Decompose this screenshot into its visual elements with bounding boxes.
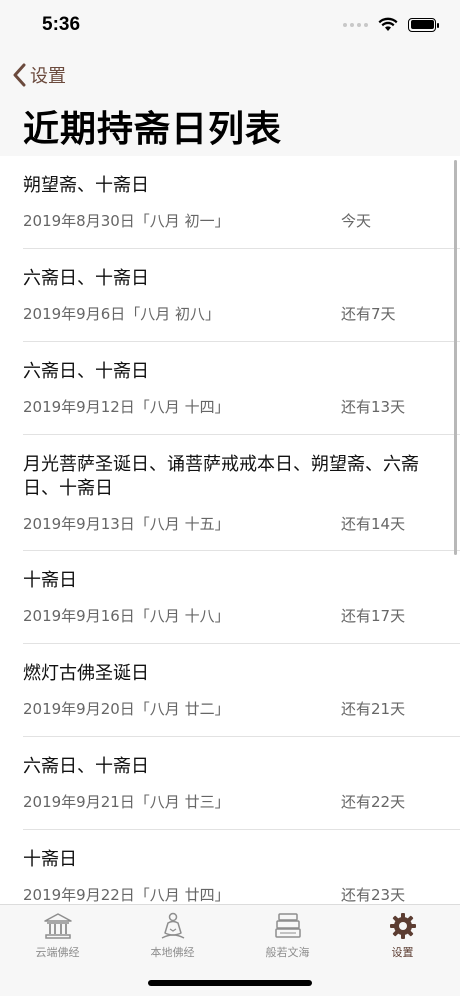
list-item[interactable]: 燃灯古佛圣诞日 2019年9月20日「八月 廿二」 还有21天 xyxy=(0,644,460,737)
item-countdown: 还有14天 xyxy=(341,515,406,533)
status-indicators xyxy=(343,17,439,32)
books-icon xyxy=(274,913,301,938)
home-indicator xyxy=(148,980,312,986)
item-title: 六斋日、十斋日 xyxy=(23,268,149,289)
back-button[interactable]: 设置 xyxy=(12,60,66,90)
item-countdown: 还有17天 xyxy=(341,607,406,625)
tab-local-sutras[interactable]: 本地佛经 xyxy=(115,911,230,961)
item-date: 2019年9月12日「八月 十四」 xyxy=(23,398,230,416)
fasting-day-list[interactable]: 朔望斋、十斋日 2019年8月30日「八月 初一」 今天 六斋日、十斋日 2019… xyxy=(0,156,460,904)
item-countdown: 还有22天 xyxy=(341,793,406,811)
item-title: 朔望斋、十斋日 xyxy=(23,175,149,196)
item-title: 燃灯古佛圣诞日 xyxy=(23,663,149,684)
tab-cloud-sutras[interactable]: 云端佛经 xyxy=(0,911,115,961)
scroll-indicator[interactable] xyxy=(454,160,457,555)
tab-label: 设置 xyxy=(391,946,414,959)
list-item[interactable]: 月光菩萨圣诞日、诵菩萨戒戒本日、朔望斋、六斋日、十斋日 2019年9月13日「八… xyxy=(0,435,460,551)
item-title: 月光菩萨圣诞日、诵菩萨戒戒本日、朔望斋、六斋日、十斋日 xyxy=(23,454,419,499)
item-date: 2019年9月22日「八月 廿四」 xyxy=(23,886,230,904)
item-date: 2019年9月20日「八月 廿二」 xyxy=(23,700,230,718)
list-item[interactable]: 六斋日、十斋日 2019年9月21日「八月 廿三」 还有22天 xyxy=(0,737,460,830)
item-date: 2019年9月13日「八月 十五」 xyxy=(23,515,230,533)
item-date: 2019年9月6日「八月 初八」 xyxy=(23,305,221,323)
temple-icon xyxy=(43,913,72,939)
item-title: 十斋日 xyxy=(23,570,77,591)
back-label: 设置 xyxy=(30,66,66,87)
item-countdown: 还有23天 xyxy=(341,886,406,904)
tab-settings[interactable]: 设置 xyxy=(345,911,460,961)
page-title: 近期持斋日列表 xyxy=(23,109,283,150)
item-title: 六斋日、十斋日 xyxy=(23,361,149,382)
item-date: 2019年9月16日「八月 十八」 xyxy=(23,607,230,625)
item-date: 2019年9月21日「八月 廿三」 xyxy=(23,793,230,811)
item-countdown: 今天 xyxy=(341,212,372,230)
item-title: 十斋日 xyxy=(23,849,77,870)
tab-prajna-library[interactable]: 般若文海 xyxy=(230,911,345,961)
tab-label: 般若文海 xyxy=(265,946,310,959)
list-item[interactable]: 六斋日、十斋日 2019年9月12日「八月 十四」 还有13天 xyxy=(0,342,460,435)
tab-label: 本地佛经 xyxy=(150,946,195,959)
cellular-signal-icon xyxy=(343,22,368,27)
gear-icon xyxy=(389,913,416,939)
list-item[interactable]: 十斋日 2019年9月22日「八月 廿四」 还有23天 xyxy=(0,830,460,904)
item-countdown: 还有13天 xyxy=(341,398,406,416)
item-countdown: 还有21天 xyxy=(341,700,406,718)
battery-icon xyxy=(408,17,439,32)
list-item[interactable]: 六斋日、十斋日 2019年9月6日「八月 初八」 还有7天 xyxy=(0,249,460,342)
tab-label: 云端佛经 xyxy=(35,946,80,959)
item-title: 六斋日、十斋日 xyxy=(23,756,149,777)
chevron-left-icon xyxy=(13,63,26,87)
item-date: 2019年8月30日「八月 初一」 xyxy=(23,212,230,230)
wifi-icon xyxy=(378,17,398,31)
buddha-icon xyxy=(161,912,184,939)
list-item[interactable]: 朔望斋、十斋日 2019年8月30日「八月 初一」 今天 xyxy=(0,156,460,249)
list-item[interactable]: 十斋日 2019年9月16日「八月 十八」 还有17天 xyxy=(0,551,460,644)
status-bar: 5:36 xyxy=(0,0,460,52)
status-time: 5:36 xyxy=(42,14,81,35)
item-countdown: 还有7天 xyxy=(341,305,396,323)
